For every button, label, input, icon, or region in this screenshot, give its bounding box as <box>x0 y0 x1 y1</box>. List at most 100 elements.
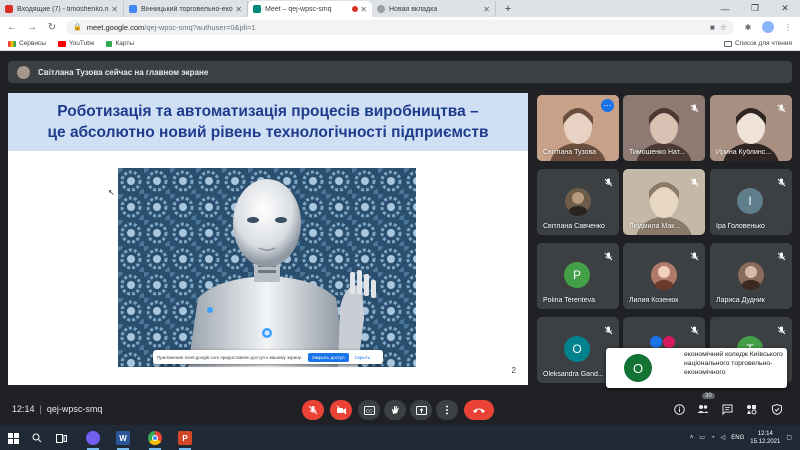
participant-tile[interactable]: Ирина Кублинс... <box>710 95 792 161</box>
raise-hand-button[interactable] <box>384 400 406 420</box>
mic-off-icon <box>690 100 699 113</box>
call-controls: 12:14 | qej-wpsc-smq CC 30 <box>0 392 800 425</box>
meet-icon <box>253 5 261 13</box>
back-icon[interactable]: ← <box>6 22 18 33</box>
stop-sharing-button[interactable]: Закрыть доступ <box>307 352 349 362</box>
participant-name: Людмила Мак... <box>629 223 681 230</box>
slide-number: 2 <box>511 366 516 375</box>
lock-icon[interactable]: 🔒 <box>73 23 82 31</box>
activities-button[interactable] <box>744 402 758 416</box>
participant-tile[interactable]: І Іра Головенько <box>710 169 792 235</box>
windows-taskbar: W P ˄ ▭ ◔ ◁ ENG 12:14 15.12.2021 ▢ <box>0 425 800 450</box>
meeting-details-button[interactable] <box>672 402 686 416</box>
mic-toggle-button[interactable] <box>302 400 324 420</box>
profile-avatar[interactable] <box>762 21 774 33</box>
notifications-icon[interactable]: ▢ <box>786 434 792 441</box>
address-bar[interactable]: 🔒 meet.google.com/qej-wpsc-smq?authuser=… <box>66 19 734 35</box>
task-view-button[interactable] <box>52 429 70 447</box>
participant-name: Oleksandra Gand... <box>543 371 604 378</box>
menu-icon[interactable]: ⋮ <box>782 21 794 33</box>
participant-tile[interactable]: Тимошенко Нат... <box>623 95 705 161</box>
windows-logo-icon <box>7 432 19 444</box>
bookmark-youtube[interactable]: YouTube <box>57 40 94 47</box>
taskbar-app-viber[interactable] <box>84 429 102 450</box>
network-icon[interactable]: ◔ <box>711 435 715 441</box>
chrome-icon <box>377 5 385 13</box>
participant-tile[interactable]: P Polina Terenteva <box>537 243 619 309</box>
bookmark-services[interactable]: Сервисы <box>8 40 46 47</box>
participant-name: Лариса Дудник <box>716 297 765 304</box>
search-button[interactable] <box>28 429 46 447</box>
minimize-icon[interactable]: — <box>710 0 740 17</box>
participant-name: Світлана Тузова <box>543 149 597 156</box>
more-options-button[interactable] <box>436 400 458 420</box>
taskbar-clock[interactable]: 12:14 15.12.2021 <box>750 430 780 446</box>
keyboard-language[interactable]: ENG <box>731 435 744 441</box>
participant-tile[interactable]: Лариса Дудник <box>710 243 792 309</box>
people-button[interactable]: 30 <box>696 393 715 416</box>
extensions-icon[interactable]: ✱ <box>742 21 754 33</box>
windows-start-button[interactable] <box>4 429 22 447</box>
close-icon[interactable]: ✕ <box>360 5 367 14</box>
svg-text:CC: CC <box>366 408 373 413</box>
bookmark-star-icon[interactable]: ☆ <box>720 23 727 32</box>
forward-icon[interactable]: → <box>26 22 38 33</box>
browser-tab-gmail[interactable]: Входящие (7) - timoshenko.natal ✕ <box>0 1 124 17</box>
camera-off-icon <box>336 405 346 415</box>
camera-toggle-button[interactable] <box>330 400 352 420</box>
avatar: O <box>624 354 652 382</box>
host-controls-button[interactable] <box>770 402 784 416</box>
show-hidden-icon[interactable]: ˄ <box>690 435 694 441</box>
hide-notice-button[interactable]: Скрыть <box>355 355 370 360</box>
maximize-icon[interactable]: ❐ <box>740 0 770 17</box>
presenter-text: Світлана Тузова сейчас на главном экране <box>38 67 209 77</box>
word-icon: W <box>116 431 130 445</box>
participant-tile[interactable]: Світлана Савченко <box>537 169 619 235</box>
hang-up-icon <box>473 408 485 413</box>
camera-icon[interactable]: ■ <box>710 23 715 32</box>
mic-off-icon <box>777 100 786 113</box>
participant-notification[interactable]: O економічний коледж Київського націонал… <box>606 348 787 388</box>
people-icon <box>697 405 709 413</box>
new-tab-button[interactable]: + <box>500 1 516 17</box>
taskbar-app-word[interactable]: W <box>114 429 132 450</box>
reading-list[interactable]: Список для чтения <box>724 40 792 47</box>
participant-tile[interactable]: ⋯ Світлана Тузова <box>537 95 619 161</box>
taskbar-date: 15.12.2021 <box>750 438 781 445</box>
tile-options-button[interactable]: ⋯ <box>601 99 614 112</box>
viber-icon <box>86 431 100 445</box>
present-screen-button[interactable] <box>410 400 432 420</box>
meeting-code: qej-wpsc-smq <box>46 404 103 414</box>
mic-off-icon <box>690 248 699 261</box>
close-icon[interactable]: ✕ <box>111 5 118 14</box>
window-controls: — ❐ ✕ <box>710 0 800 17</box>
participant-tile[interactable]: Лилия Козенюк <box>623 243 705 309</box>
participant-name: Polina Terenteva <box>543 297 596 304</box>
presented-slide[interactable]: Роботизація та автоматизація процесів ви… <box>8 93 528 385</box>
bookmark-maps[interactable]: Карты <box>106 40 134 47</box>
battery-icon[interactable]: ▭ <box>699 434 705 441</box>
browser-tab-newtab[interactable]: Новая вкладка ✕ <box>372 1 496 17</box>
volume-icon[interactable]: ◁ <box>721 434 726 441</box>
captions-button[interactable]: CC <box>358 400 380 420</box>
browser-tab-college[interactable]: Вінницький торговельно-еконо ✕ <box>124 1 248 17</box>
more-vert-icon <box>446 405 448 415</box>
mic-off-icon <box>604 248 613 261</box>
task-view-icon <box>55 433 67 443</box>
close-icon[interactable]: ✕ <box>235 5 242 14</box>
participant-tile[interactable]: Людмила Мак... <box>623 169 705 235</box>
close-icon[interactable]: ✕ <box>483 5 490 14</box>
chat-button[interactable] <box>720 402 734 416</box>
taskbar-app-powerpoint[interactable]: P <box>176 429 194 450</box>
leave-call-button[interactable] <box>464 400 494 420</box>
present-icon <box>415 405 427 415</box>
browser-tab-meet[interactable]: Meet – qej-wpsc-smq ✕ <box>248 1 372 17</box>
taskbar-time: 12:14 <box>757 430 773 437</box>
reading-list-icon <box>724 40 732 47</box>
site-icon <box>129 5 137 13</box>
avatar: І <box>737 188 763 214</box>
reload-icon[interactable]: ↻ <box>46 22 58 33</box>
mic-off-icon <box>777 174 786 187</box>
close-window-icon[interactable]: ✕ <box>770 0 800 17</box>
taskbar-app-chrome[interactable] <box>146 429 164 450</box>
